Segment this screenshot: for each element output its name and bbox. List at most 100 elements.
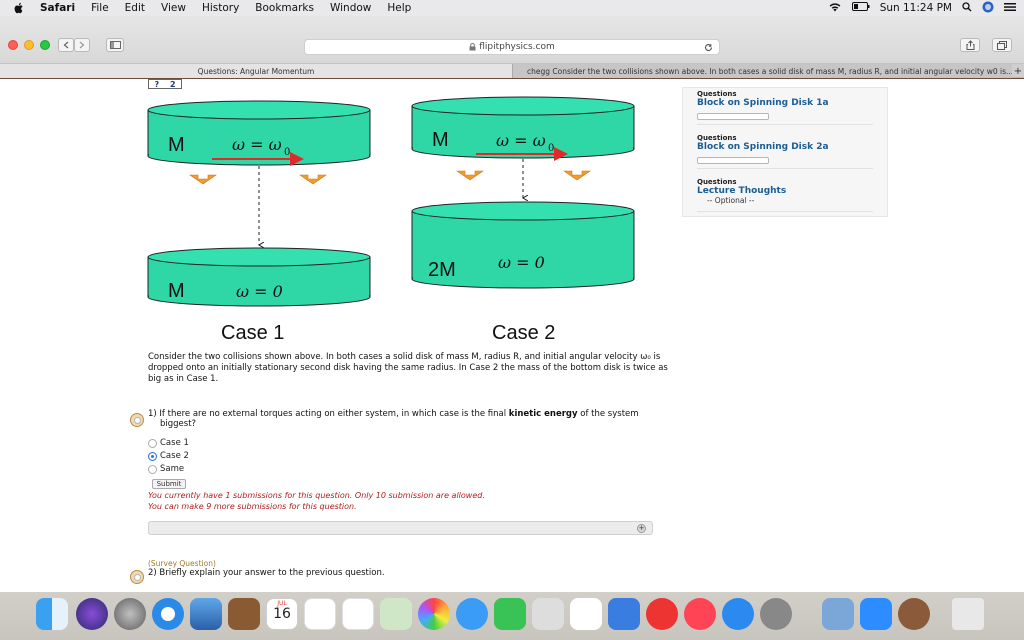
menu-bar: Safari File Edit View History Bookmarks … bbox=[0, 0, 1024, 16]
omega-sub-top-left: 0 bbox=[284, 147, 290, 158]
problem-description: Consider the two collisions shown above.… bbox=[148, 352, 668, 385]
calendar-day: 16 bbox=[273, 606, 291, 622]
menu-bookmarks[interactable]: Bookmarks bbox=[255, 2, 314, 14]
minimize-window-button[interactable] bbox=[24, 40, 34, 50]
page-content: ? 2 M ω = ω 0 M ω = ω 0 M ω = 0 2M ω = 0… bbox=[0, 79, 1024, 592]
finder-icon[interactable] bbox=[36, 598, 68, 630]
description-line-2: dropped onto an initially stationary sec… bbox=[148, 363, 668, 373]
music-icon[interactable] bbox=[684, 598, 716, 630]
menu-help[interactable]: Help bbox=[387, 2, 411, 14]
option-label: Case 2 bbox=[160, 451, 189, 461]
back-button[interactable] bbox=[58, 38, 74, 52]
plus-icon[interactable]: + bbox=[637, 524, 646, 533]
siri-icon[interactable] bbox=[982, 1, 994, 16]
expand-bar[interactable]: + bbox=[148, 521, 653, 535]
preview-icon[interactable] bbox=[532, 598, 564, 630]
apple-icon[interactable] bbox=[12, 2, 26, 14]
keynote-icon[interactable] bbox=[608, 598, 640, 630]
safari-icon[interactable] bbox=[152, 598, 184, 630]
sidebar-item-block-disk-1a[interactable]: Questions Block on Spinning Disk 1a bbox=[697, 90, 873, 125]
pager[interactable]: ? 2 bbox=[148, 79, 182, 89]
menu-view[interactable]: View bbox=[161, 2, 186, 14]
question-1-bold: kinetic energy bbox=[508, 409, 578, 419]
collision-figure: M ω = ω 0 M ω = ω 0 M ω = 0 2M ω = 0 bbox=[147, 96, 635, 307]
new-tab-button[interactable]: + bbox=[1012, 64, 1024, 78]
option-case-2[interactable]: Case 2 bbox=[148, 451, 189, 461]
question-1-prefix: 1) If there are no external torques acti… bbox=[148, 409, 507, 419]
sidebar-item-block-disk-2a[interactable]: Questions Block on Spinning Disk 2a bbox=[697, 134, 873, 169]
omega-label-bottom-left: ω = 0 bbox=[236, 282, 283, 301]
zoom-window-button[interactable] bbox=[40, 40, 50, 50]
question-1-text: 1) If there are no external torques acti… bbox=[148, 409, 639, 429]
news-icon[interactable] bbox=[646, 598, 678, 630]
radio-button-selected[interactable] bbox=[148, 451, 157, 461]
case2-label: Case 2 bbox=[492, 322, 556, 344]
address-text: flipitphysics.com bbox=[479, 42, 555, 52]
option-label: Same bbox=[160, 464, 185, 474]
mail-icon[interactable] bbox=[190, 598, 222, 630]
trash-icon[interactable] bbox=[952, 598, 984, 630]
siri-dock-icon[interactable] bbox=[76, 598, 108, 630]
menu-app-safari[interactable]: Safari bbox=[40, 2, 75, 14]
menu-file[interactable]: File bbox=[91, 2, 109, 14]
orange-down-arrows bbox=[189, 170, 591, 185]
tab-chegg[interactable]: chegg Consider the two collisions shown … bbox=[512, 64, 1012, 78]
sidebar-item-title[interactable]: Block on Spinning Disk 1a bbox=[697, 98, 873, 108]
omega-sub-top-right: 0 bbox=[548, 143, 554, 154]
pager-number[interactable]: 2 bbox=[170, 80, 176, 89]
forward-button[interactable] bbox=[74, 38, 90, 52]
sidebar-item-title[interactable]: Lecture Thoughts bbox=[697, 186, 873, 196]
contacts-icon[interactable] bbox=[228, 598, 260, 630]
launchpad-icon[interactable] bbox=[114, 598, 146, 630]
sidebar-icon bbox=[109, 41, 121, 49]
radio-button[interactable] bbox=[148, 438, 157, 448]
image-capture-icon[interactable] bbox=[822, 598, 854, 630]
address-bar[interactable]: flipitphysics.com bbox=[304, 39, 720, 55]
omega-label-bottom-right: ω = 0 bbox=[498, 253, 545, 272]
option-label: Case 1 bbox=[160, 438, 189, 448]
radio-button[interactable] bbox=[148, 464, 157, 474]
tab-label: Questions: Angular Momentum bbox=[197, 66, 315, 76]
maps-icon[interactable] bbox=[380, 598, 412, 630]
app-store-icon[interactable] bbox=[722, 598, 754, 630]
facetime-icon[interactable] bbox=[494, 598, 526, 630]
close-window-button[interactable] bbox=[8, 40, 18, 50]
system-preferences-icon[interactable] bbox=[760, 598, 792, 630]
pager-help[interactable]: ? bbox=[154, 80, 159, 89]
tabs-icon bbox=[997, 40, 1007, 50]
share-button[interactable] bbox=[960, 38, 980, 52]
option-case-1[interactable]: Case 1 bbox=[148, 438, 189, 448]
description-line-1: Consider the two collisions shown above.… bbox=[148, 352, 661, 362]
zoom-app-icon[interactable] bbox=[860, 598, 892, 630]
submit-button[interactable]: Submit bbox=[152, 479, 186, 489]
show-tabs-button[interactable] bbox=[992, 38, 1012, 52]
numbers-icon[interactable] bbox=[570, 598, 602, 630]
menu-history[interactable]: History bbox=[202, 2, 239, 14]
submission-warning: You currently have 1 submissions for thi… bbox=[148, 491, 485, 500]
photos-icon[interactable] bbox=[418, 598, 450, 630]
question-1-suffix: of the system bbox=[580, 409, 639, 419]
sidebar-item-category: Questions bbox=[697, 134, 737, 142]
assignment-sidebar: Questions Block on Spinning Disk 1a Ques… bbox=[682, 87, 888, 217]
mass-label-top-left: M bbox=[168, 134, 185, 156]
notification-center-icon[interactable] bbox=[1004, 2, 1016, 15]
sidebar-item-title[interactable]: Block on Spinning Disk 2a bbox=[697, 142, 873, 152]
notes-icon[interactable] bbox=[304, 598, 336, 630]
calendar-icon[interactable]: JUL 16 bbox=[266, 598, 298, 630]
battery-icon[interactable] bbox=[851, 2, 870, 14]
clock[interactable]: Sun 11:24 PM bbox=[880, 2, 952, 14]
tab-questions-angular-momentum[interactable]: Questions: Angular Momentum bbox=[0, 64, 512, 78]
sidebar-toggle-button[interactable] bbox=[106, 38, 124, 52]
reload-icon[interactable] bbox=[704, 43, 713, 52]
messages-icon[interactable] bbox=[456, 598, 488, 630]
wifi-icon[interactable] bbox=[828, 2, 842, 15]
question-2-status-icon bbox=[130, 570, 144, 584]
menu-window[interactable]: Window bbox=[330, 2, 371, 14]
sidebar-item-lecture-thoughts[interactable]: Questions Lecture Thoughts -- Optional -… bbox=[697, 178, 873, 212]
reminders-icon[interactable] bbox=[342, 598, 374, 630]
option-same[interactable]: Same bbox=[148, 464, 184, 474]
dock: JUL 16 bbox=[0, 592, 1024, 640]
spotlight-search-icon[interactable] bbox=[962, 1, 972, 15]
menu-edit[interactable]: Edit bbox=[125, 2, 145, 14]
downloads-stack-icon[interactable] bbox=[898, 598, 930, 630]
